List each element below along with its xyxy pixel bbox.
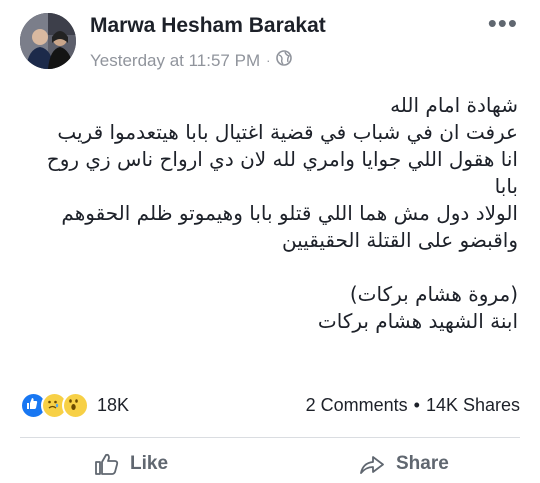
post-body-line: الولاد دول مش هما اللي قتلو بابا وهيموتو… <box>61 201 518 225</box>
stats-separator: • <box>413 394 420 415</box>
post-body: شهادة امام الله عرفت ان في شباب في قضية ا… <box>20 92 518 335</box>
post-stats: 18K 2 Comments • 14K Shares <box>20 390 520 420</box>
timestamp[interactable]: Yesterday at 11:57 PM <box>90 51 260 71</box>
post-body-line: انا هقول اللي جوايا وامري لله لان دي ارو… <box>46 147 518 171</box>
share-label: Share <box>396 453 449 474</box>
post-body-line: (مروة هشام بركات) <box>349 282 518 306</box>
post-body-line: ابنة الشهيد هشام بركات <box>317 309 518 333</box>
thumbs-up-icon <box>95 453 119 475</box>
share-arrow-icon <box>360 456 384 474</box>
reaction-count: 18K <box>97 394 130 415</box>
more-options-icon[interactable]: ••• <box>488 8 518 39</box>
post-meta: Yesterday at 11:57 PM · <box>90 50 293 71</box>
post-body-line: عرفت ان في شباب في قضية اغتيال بابا هيتع… <box>57 120 518 144</box>
engagement-counts: 2 Comments • 14K Shares <box>306 395 520 416</box>
like-label: Like <box>130 453 169 474</box>
post-body-line: شهادة امام الله <box>390 93 518 117</box>
share-button[interactable]: Share <box>358 452 449 476</box>
meta-separator: · <box>266 53 271 68</box>
comments-count-link[interactable]: 2 Comments <box>306 395 408 416</box>
wow-reaction-icon <box>62 391 89 419</box>
author-name[interactable]: Marwa Hesham Barakat <box>90 14 326 38</box>
shares-count-link[interactable]: 14K Shares <box>426 395 520 416</box>
author-avatar[interactable] <box>20 13 76 69</box>
actions-divider <box>20 437 520 438</box>
reactions-summary[interactable]: 18K <box>20 391 130 419</box>
globe-icon[interactable] <box>276 50 293 71</box>
post-header: Marwa Hesham Barakat Yesterday at 11:57 … <box>0 0 540 80</box>
post-body-line: واقبضو على القتلة الحقيقيين <box>281 228 518 252</box>
post-body-line: بابا <box>494 174 518 198</box>
like-button[interactable]: Like <box>94 452 168 476</box>
post-body-spacer <box>20 254 518 281</box>
